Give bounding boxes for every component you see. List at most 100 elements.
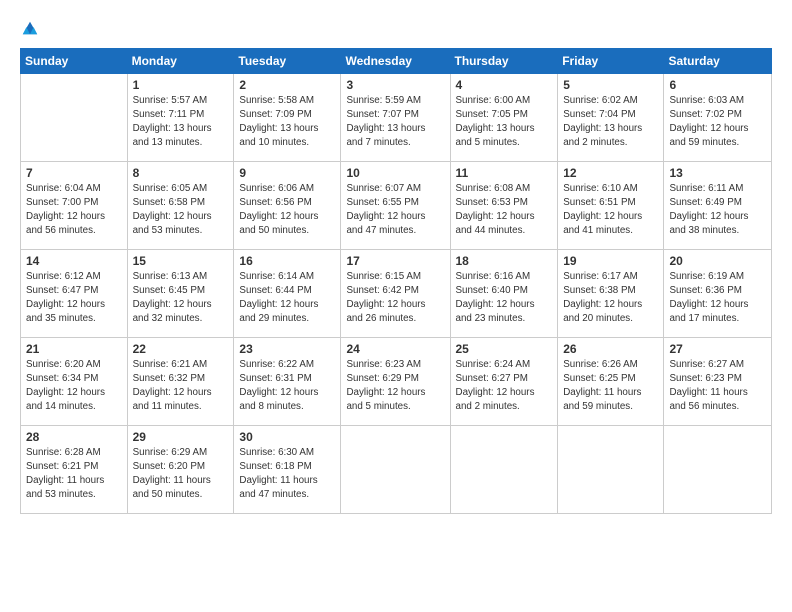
calendar-cell: 6 Sunrise: 6:03 AMSunset: 7:02 PMDaylight… — [664, 73, 772, 161]
cell-info-text: Sunrise: 6:05 AMSunset: 6:58 PMDaylight:… — [133, 182, 229, 239]
cell-date-number: 25 — [456, 342, 553, 356]
calendar-week-1: 1 Sunrise: 5:57 AMSunset: 7:11 PMDaylight… — [21, 73, 772, 161]
cell-date-number: 4 — [456, 78, 553, 92]
cell-info-text: Sunrise: 6:00 AMSunset: 7:05 PMDaylight:… — [456, 94, 553, 151]
cell-info-text: Sunrise: 5:58 AMSunset: 7:09 PMDaylight:… — [239, 94, 335, 151]
cell-info-text: Sunrise: 6:21 AMSunset: 6:32 PMDaylight:… — [133, 358, 229, 415]
calendar-cell: 25 Sunrise: 6:24 AMSunset: 6:27 PMDayligh… — [450, 337, 558, 425]
cell-info-text: Sunrise: 6:04 AMSunset: 7:00 PMDaylight:… — [26, 182, 122, 239]
cell-info-text: Sunrise: 6:30 AMSunset: 6:18 PMDaylight:… — [239, 446, 335, 503]
cell-date-number: 5 — [563, 78, 658, 92]
cell-date-number: 1 — [133, 78, 229, 92]
weekday-header-wednesday: Wednesday — [341, 48, 450, 73]
cell-info-text: Sunrise: 6:12 AMSunset: 6:47 PMDaylight:… — [26, 270, 122, 327]
calendar-week-3: 14 Sunrise: 6:12 AMSunset: 6:47 PMDayligh… — [21, 249, 772, 337]
calendar-cell: 14 Sunrise: 6:12 AMSunset: 6:47 PMDayligh… — [21, 249, 128, 337]
calendar-cell: 19 Sunrise: 6:17 AMSunset: 6:38 PMDayligh… — [558, 249, 664, 337]
calendar-cell: 21 Sunrise: 6:20 AMSunset: 6:34 PMDayligh… — [21, 337, 128, 425]
calendar-cell: 7 Sunrise: 6:04 AMSunset: 7:00 PMDaylight… — [21, 161, 128, 249]
weekday-header-thursday: Thursday — [450, 48, 558, 73]
calendar-table: SundayMondayTuesdayWednesdayThursdayFrid… — [20, 48, 772, 514]
cell-info-text: Sunrise: 6:11 AMSunset: 6:49 PMDaylight:… — [669, 182, 766, 239]
cell-date-number: 30 — [239, 430, 335, 444]
weekday-header-friday: Friday — [558, 48, 664, 73]
header — [20, 18, 772, 38]
cell-date-number: 14 — [26, 254, 122, 268]
weekday-header-tuesday: Tuesday — [234, 48, 341, 73]
cell-date-number: 8 — [133, 166, 229, 180]
calendar-cell: 24 Sunrise: 6:23 AMSunset: 6:29 PMDayligh… — [341, 337, 450, 425]
cell-info-text: Sunrise: 5:57 AMSunset: 7:11 PMDaylight:… — [133, 94, 229, 151]
calendar-cell: 5Sunrise: 6:02 AMSunset: 7:04 PMDaylight… — [558, 73, 664, 161]
calendar-cell: 29 Sunrise: 6:29 AMSunset: 6:20 PMDayligh… — [127, 425, 234, 513]
cell-info-text: Sunrise: 6:22 AMSunset: 6:31 PMDaylight:… — [239, 358, 335, 415]
cell-date-number: 3 — [346, 78, 444, 92]
calendar-cell: 18 Sunrise: 6:16 AMSunset: 6:40 PMDayligh… — [450, 249, 558, 337]
cell-date-number: 21 — [26, 342, 122, 356]
cell-date-number: 6 — [669, 78, 766, 92]
cell-info-text: Sunrise: 6:17 AMSunset: 6:38 PMDaylight:… — [563, 270, 658, 327]
calendar-cell — [664, 425, 772, 513]
cell-info-text: Sunrise: 6:03 AMSunset: 7:02 PMDaylight:… — [669, 94, 766, 151]
calendar-cell — [450, 425, 558, 513]
cell-date-number: 22 — [133, 342, 229, 356]
cell-info-text: Sunrise: 6:16 AMSunset: 6:40 PMDaylight:… — [456, 270, 553, 327]
calendar-cell: 12 Sunrise: 6:10 AMSunset: 6:51 PMDayligh… — [558, 161, 664, 249]
cell-date-number: 12 — [563, 166, 658, 180]
calendar-cell: 17Sunrise: 6:15 AMSunset: 6:42 PMDayligh… — [341, 249, 450, 337]
calendar-cell — [21, 73, 128, 161]
cell-info-text: Sunrise: 6:10 AMSunset: 6:51 PMDaylight:… — [563, 182, 658, 239]
calendar-cell: 1 Sunrise: 5:57 AMSunset: 7:11 PMDaylight… — [127, 73, 234, 161]
cell-date-number: 13 — [669, 166, 766, 180]
cell-info-text: Sunrise: 6:06 AMSunset: 6:56 PMDaylight:… — [239, 182, 335, 239]
cell-info-text: Sunrise: 6:27 AMSunset: 6:23 PMDaylight:… — [669, 358, 766, 415]
cell-date-number: 18 — [456, 254, 553, 268]
calendar-cell: 16Sunrise: 6:14 AMSunset: 6:44 PMDayligh… — [234, 249, 341, 337]
calendar-cell: 20 Sunrise: 6:19 AMSunset: 6:36 PMDayligh… — [664, 249, 772, 337]
cell-date-number: 26 — [563, 342, 658, 356]
calendar-week-5: 28 Sunrise: 6:28 AMSunset: 6:21 PMDayligh… — [21, 425, 772, 513]
calendar-cell: 4 Sunrise: 6:00 AMSunset: 7:05 PMDaylight… — [450, 73, 558, 161]
calendar-cell: 10Sunrise: 6:07 AMSunset: 6:55 PMDayligh… — [341, 161, 450, 249]
calendar-cell: 22 Sunrise: 6:21 AMSunset: 6:32 PMDayligh… — [127, 337, 234, 425]
cell-date-number: 2 — [239, 78, 335, 92]
cell-date-number: 9 — [239, 166, 335, 180]
calendar-cell — [341, 425, 450, 513]
calendar-cell: 30 Sunrise: 6:30 AMSunset: 6:18 PMDayligh… — [234, 425, 341, 513]
calendar-week-4: 21 Sunrise: 6:20 AMSunset: 6:34 PMDayligh… — [21, 337, 772, 425]
cell-date-number: 19 — [563, 254, 658, 268]
calendar-header: SundayMondayTuesdayWednesdayThursdayFrid… — [21, 48, 772, 73]
weekday-row: SundayMondayTuesdayWednesdayThursdayFrid… — [21, 48, 772, 73]
cell-date-number: 20 — [669, 254, 766, 268]
calendar-cell: 3 Sunrise: 5:59 AMSunset: 7:07 PMDaylight… — [341, 73, 450, 161]
calendar-cell: 23Sunrise: 6:22 AMSunset: 6:31 PMDayligh… — [234, 337, 341, 425]
cell-info-text: Sunrise: 6:08 AMSunset: 6:53 PMDaylight:… — [456, 182, 553, 239]
cell-date-number: 15 — [133, 254, 229, 268]
calendar-cell: 13 Sunrise: 6:11 AMSunset: 6:49 PMDayligh… — [664, 161, 772, 249]
cell-info-text: Sunrise: 6:07 AMSunset: 6:55 PMDaylight:… — [346, 182, 444, 239]
cell-info-text: Sunrise: 6:26 AMSunset: 6:25 PMDaylight:… — [563, 358, 658, 415]
logo — [20, 18, 39, 38]
page: SundayMondayTuesdayWednesdayThursdayFrid… — [0, 0, 792, 612]
calendar-body: 1 Sunrise: 5:57 AMSunset: 7:11 PMDaylight… — [21, 73, 772, 513]
cell-date-number: 24 — [346, 342, 444, 356]
cell-date-number: 27 — [669, 342, 766, 356]
cell-date-number: 28 — [26, 430, 122, 444]
calendar-cell: 26 Sunrise: 6:26 AMSunset: 6:25 PMDayligh… — [558, 337, 664, 425]
cell-info-text: Sunrise: 5:59 AMSunset: 7:07 PMDaylight:… — [346, 94, 444, 151]
cell-info-text: Sunrise: 6:23 AMSunset: 6:29 PMDaylight:… — [346, 358, 444, 415]
calendar-cell — [558, 425, 664, 513]
cell-info-text: Sunrise: 6:19 AMSunset: 6:36 PMDaylight:… — [669, 270, 766, 327]
cell-info-text: Sunrise: 6:28 AMSunset: 6:21 PMDaylight:… — [26, 446, 122, 503]
cell-date-number: 29 — [133, 430, 229, 444]
weekday-header-monday: Monday — [127, 48, 234, 73]
cell-info-text: Sunrise: 6:20 AMSunset: 6:34 PMDaylight:… — [26, 358, 122, 415]
calendar-week-2: 7 Sunrise: 6:04 AMSunset: 7:00 PMDaylight… — [21, 161, 772, 249]
cell-date-number: 7 — [26, 166, 122, 180]
weekday-header-sunday: Sunday — [21, 48, 128, 73]
calendar-cell: 9 Sunrise: 6:06 AMSunset: 6:56 PMDaylight… — [234, 161, 341, 249]
cell-info-text: Sunrise: 6:29 AMSunset: 6:20 PMDaylight:… — [133, 446, 229, 503]
calendar-cell: 8 Sunrise: 6:05 AMSunset: 6:58 PMDaylight… — [127, 161, 234, 249]
cell-info-text: Sunrise: 6:15 AMSunset: 6:42 PMDaylight:… — [346, 270, 444, 327]
cell-info-text: Sunrise: 6:24 AMSunset: 6:27 PMDaylight:… — [456, 358, 553, 415]
